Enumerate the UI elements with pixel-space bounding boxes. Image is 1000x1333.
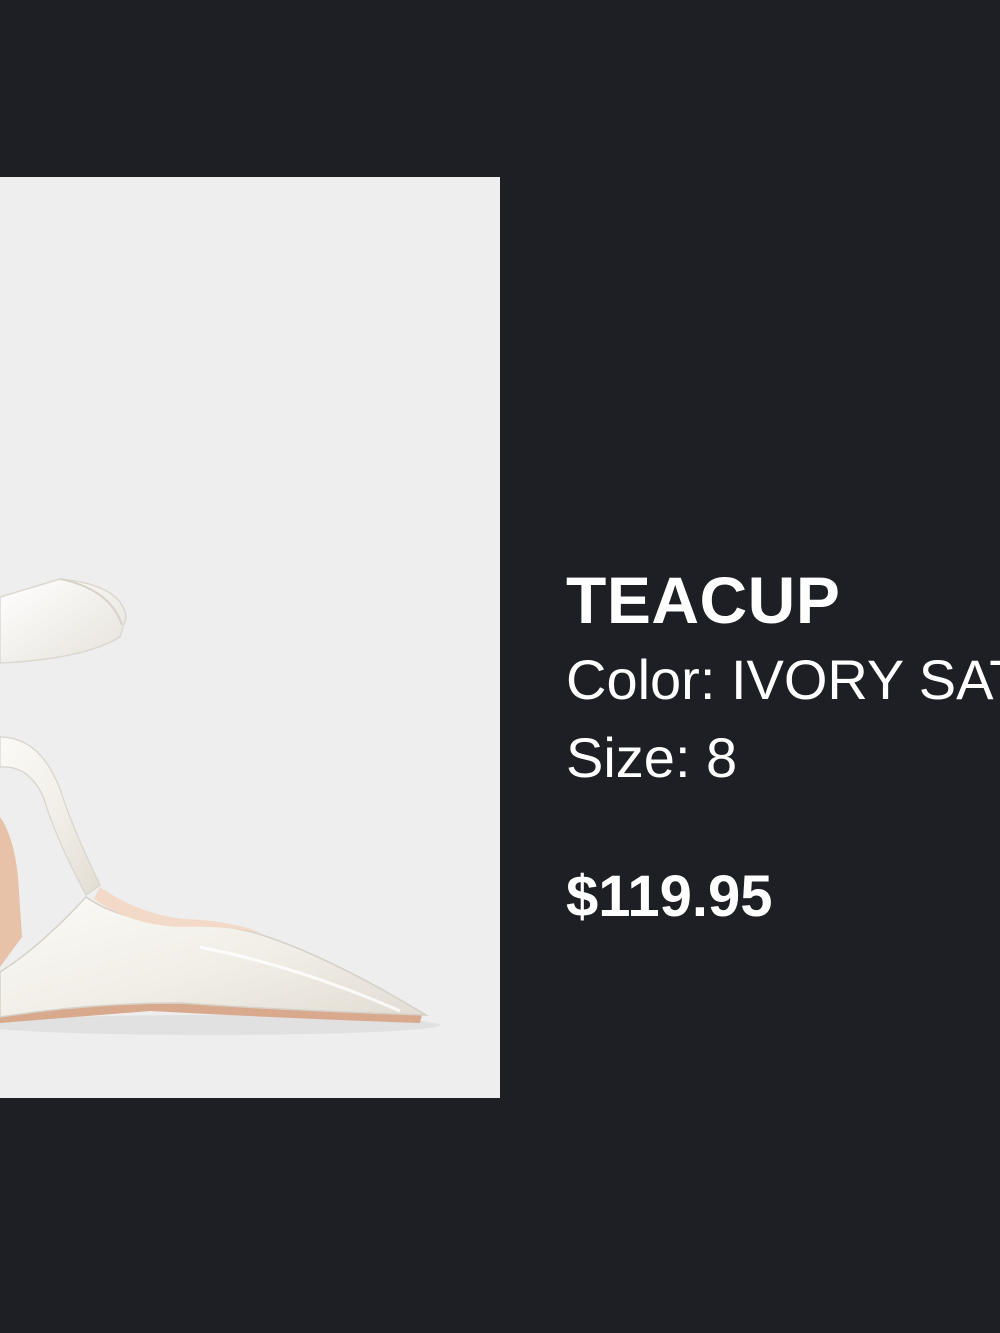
product-image <box>0 177 500 1098</box>
product-details: TEACUP Color: IVORY SATIN Size: 8 $119.9… <box>566 0 1000 1333</box>
product-name: TEACUP <box>566 563 841 637</box>
product-price: $119.95 <box>566 864 773 929</box>
product-size: Size: 8 <box>566 726 738 789</box>
shoe-illustration <box>0 578 440 1035</box>
order-item-screen: TEACUP Color: IVORY SATIN Size: 8 $119.9… <box>0 0 1000 1333</box>
product-color: Color: IVORY SATIN <box>566 648 1000 711</box>
